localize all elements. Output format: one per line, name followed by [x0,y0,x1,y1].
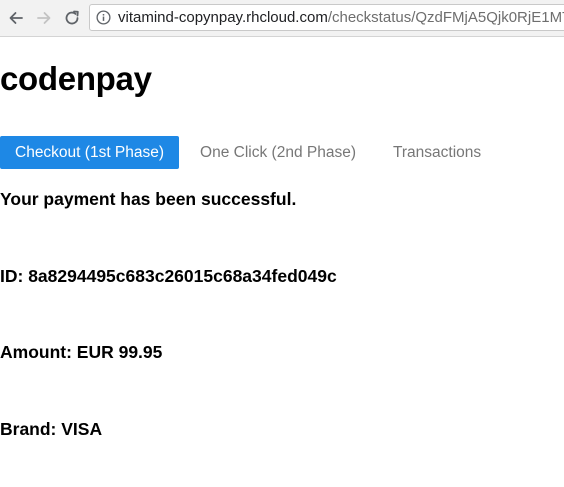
tab-one-click[interactable]: One Click (2nd Phase) [186,136,370,169]
info-icon[interactable] [96,10,111,25]
url-path: /checkstatus/QzdFMjA5Qjk0RjE1MTI [327,9,564,26]
tab-checkout[interactable]: Checkout (1st Phase) [0,136,180,169]
address-bar[interactable]: vitamind-copynpay.rhcloud.com/checkstatu… [89,4,564,31]
success-message: Your payment has been successful. [0,189,297,209]
tab-transactions[interactable]: Transactions [379,136,495,169]
url-host: vitamind-copynpay.rhcloud.com [118,9,328,26]
transaction-id: ID: 8a8294495c683c26015c68a34fed049c [0,266,337,286]
payment-amount: Amount: EUR 99.95 [0,342,163,362]
page-title: codenpay [0,60,152,97]
back-arrow-icon[interactable] [6,8,26,28]
tab-bar: Checkout (1st Phase) One Click (2nd Phas… [0,136,495,169]
url-text: vitamind-copynpay.rhcloud.com/checkstatu… [118,9,564,27]
browser-toolbar: vitamind-copynpay.rhcloud.com/checkstatu… [0,0,564,37]
card-brand: Brand: VISA [0,419,103,439]
reload-icon[interactable] [62,8,82,28]
forward-arrow-icon[interactable] [34,8,54,28]
